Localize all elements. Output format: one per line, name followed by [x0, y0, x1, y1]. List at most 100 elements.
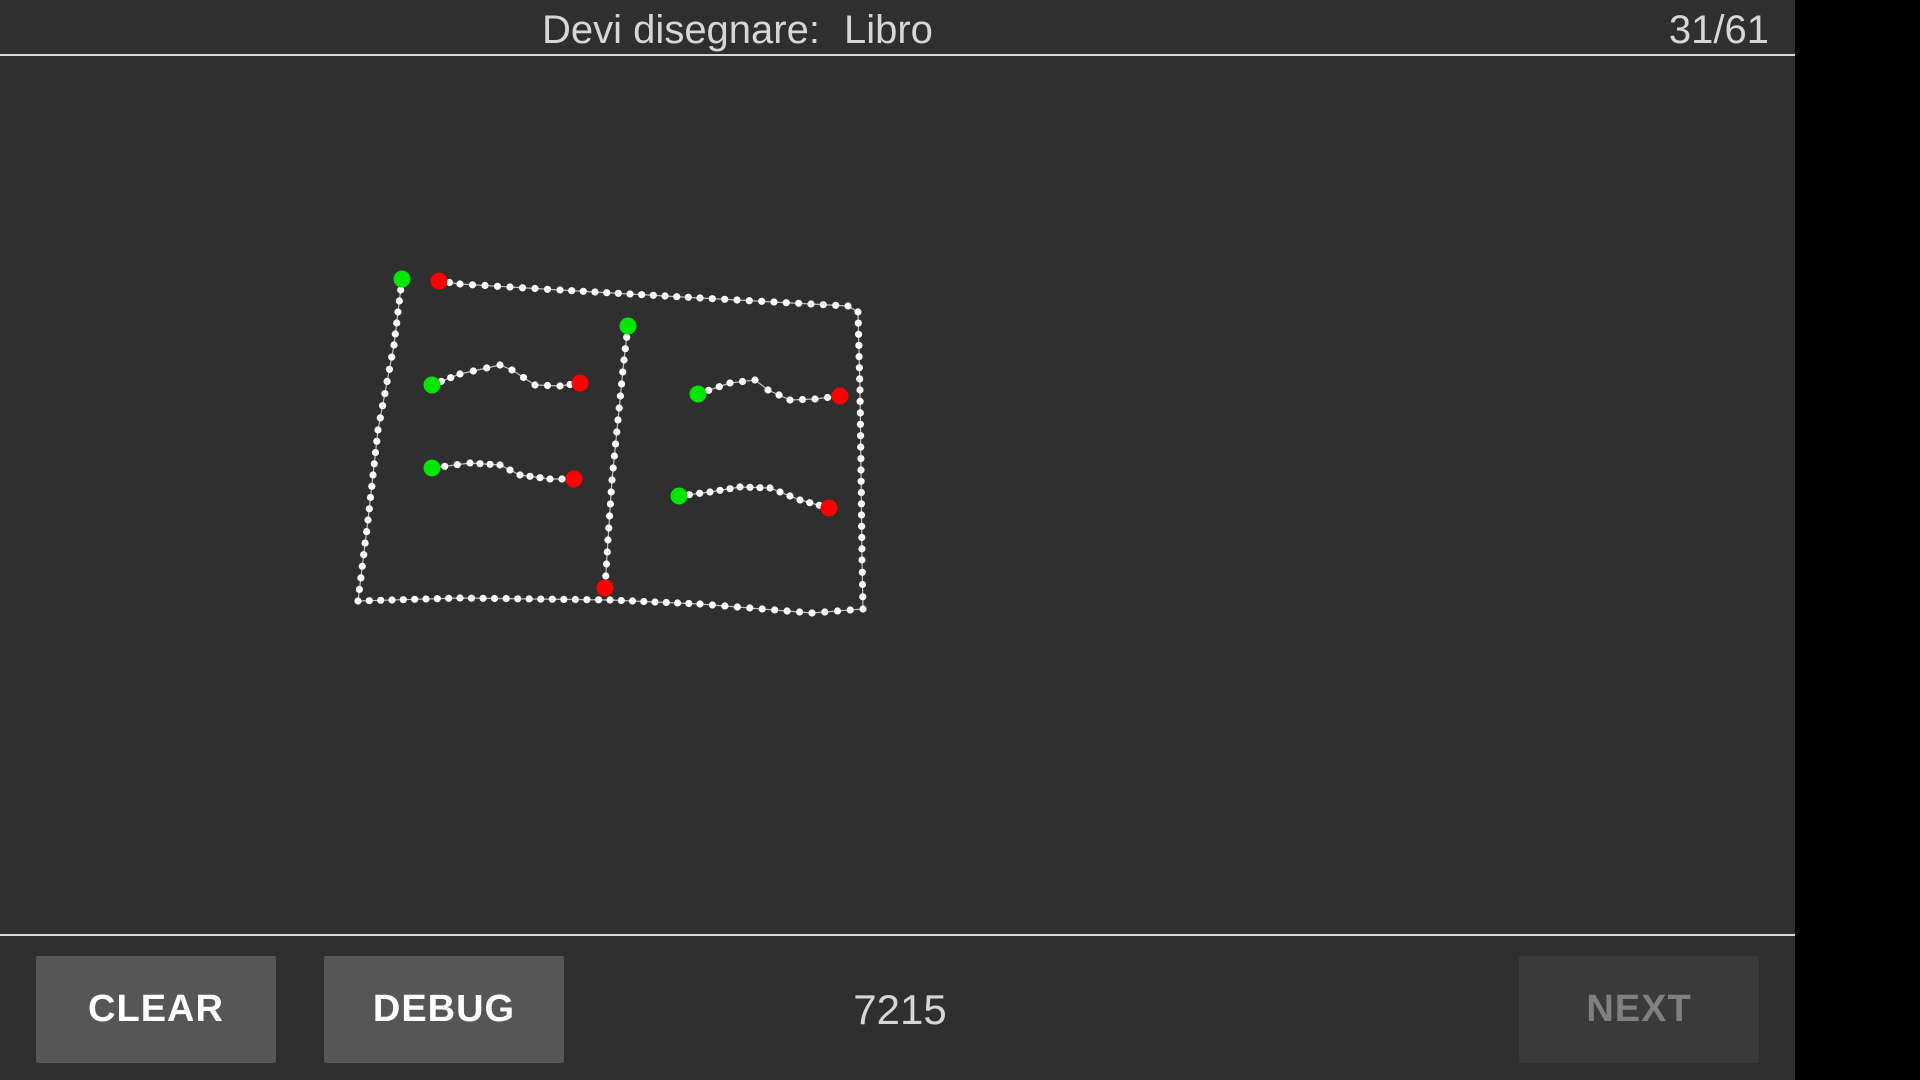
- stroke-point: [721, 295, 729, 303]
- stroke-point: [456, 594, 464, 602]
- stroke-point: [640, 597, 648, 606]
- stroke-end-point: [430, 272, 448, 290]
- stroke-point: [715, 383, 723, 391]
- debug-button[interactable]: DEBUG: [324, 956, 564, 1063]
- stroke-point: [857, 500, 866, 508]
- stroke-point: [856, 375, 864, 383]
- stroke-point: [821, 608, 829, 616]
- stroke-point: [858, 580, 867, 589]
- stroke-point: [614, 289, 622, 297]
- stroke-point: [856, 397, 864, 405]
- stroke-point: [758, 297, 766, 305]
- stroke-point: [726, 379, 734, 387]
- stroke-point: [661, 292, 669, 300]
- stroke-point: [479, 594, 487, 602]
- header-bar: Devi disegnare: Libro 31/61: [0, 0, 1795, 56]
- stroke-point: [614, 416, 622, 424]
- footer-bar: CLEAR DEBUG 7215 NEXT: [0, 934, 1795, 1080]
- stroke-point: [376, 414, 384, 422]
- stroke-point: [379, 402, 387, 410]
- stroke-point: [733, 603, 741, 611]
- stroke-point: [360, 551, 368, 559]
- stroke-start-point: [689, 385, 707, 403]
- stroke-point: [776, 488, 784, 496]
- stroke-point: [811, 395, 819, 403]
- drawing-canvas[interactable]: [0, 58, 1795, 934]
- stroke-point: [621, 345, 629, 353]
- stroke-end-point: [596, 579, 614, 597]
- stroke-point: [411, 595, 419, 603]
- stroke-point: [433, 595, 441, 603]
- stroke-point: [846, 606, 854, 614]
- stroke-point: [383, 377, 391, 385]
- stroke-point: [606, 500, 615, 508]
- clear-button[interactable]: CLEAR: [36, 956, 276, 1063]
- stroke-point: [456, 280, 464, 288]
- stroke-end-point: [571, 374, 589, 392]
- stroke-point: [721, 602, 729, 610]
- stroke-point: [844, 302, 852, 310]
- stroke-point: [626, 290, 634, 298]
- stroke-point: [508, 366, 516, 374]
- stroke-point: [628, 597, 637, 605]
- stroke-point: [556, 382, 564, 390]
- stroke-point: [467, 594, 476, 602]
- stroke-point: [857, 488, 865, 497]
- stroke-point: [857, 432, 865, 440]
- stroke-point: [708, 601, 717, 609]
- stroke-point: [388, 353, 396, 361]
- stroke-point: [397, 286, 405, 294]
- stroke-start-point: [393, 270, 411, 288]
- stroke-point: [770, 298, 778, 306]
- stroke-point: [377, 596, 385, 604]
- drawing-app: Devi disegnare: Libro 31/61 CLEAR DEBUG 7…: [0, 0, 1795, 1080]
- stroke-point: [833, 607, 842, 615]
- stroke-point: [854, 308, 862, 316]
- stroke-point: [673, 599, 682, 607]
- stroke-point: [516, 471, 524, 479]
- stroke-point: [782, 299, 790, 307]
- stroke-point: [399, 596, 407, 604]
- stroke-point: [602, 572, 610, 580]
- stroke-point: [445, 594, 453, 602]
- stroke-point: [832, 301, 840, 309]
- stroke-line: [431, 364, 581, 387]
- stroke-point: [615, 404, 623, 412]
- stroke-point: [609, 464, 617, 472]
- stroke-point: [496, 461, 504, 469]
- stroke-point: [856, 386, 864, 394]
- stroke-point: [649, 291, 657, 299]
- stroke-end-point: [820, 499, 838, 517]
- stroke-point: [858, 533, 866, 542]
- stroke-point: [623, 333, 631, 341]
- stroke-point: [368, 482, 376, 490]
- stroke-point: [531, 381, 539, 389]
- stroke-point: [857, 466, 865, 474]
- stroke-point: [518, 284, 527, 292]
- stroke-point: [364, 516, 372, 524]
- stroke-point: [807, 300, 815, 308]
- stroke-point: [493, 282, 502, 290]
- stroke-point: [684, 293, 692, 301]
- stroke-point: [857, 511, 866, 519]
- stroke-point: [696, 489, 704, 497]
- stroke-point: [456, 370, 464, 378]
- stroke-point: [602, 560, 611, 568]
- stroke-point: [819, 301, 827, 309]
- stroke-point: [514, 595, 522, 603]
- stroke-point: [617, 596, 625, 605]
- stroke-point: [519, 373, 528, 382]
- stroke-point: [716, 486, 724, 494]
- stroke-point: [469, 367, 477, 375]
- stroke-point: [859, 593, 867, 601]
- stroke-point: [696, 294, 704, 302]
- next-button[interactable]: NEXT: [1519, 956, 1759, 1063]
- stroke-point: [369, 471, 377, 479]
- stroke-point: [745, 297, 753, 305]
- stroke-point: [531, 284, 539, 293]
- stroke-point: [786, 492, 794, 500]
- stroke-point: [371, 448, 380, 457]
- stroke-point: [483, 364, 491, 372]
- stroke-point: [354, 597, 362, 605]
- stroke-point: [363, 528, 371, 536]
